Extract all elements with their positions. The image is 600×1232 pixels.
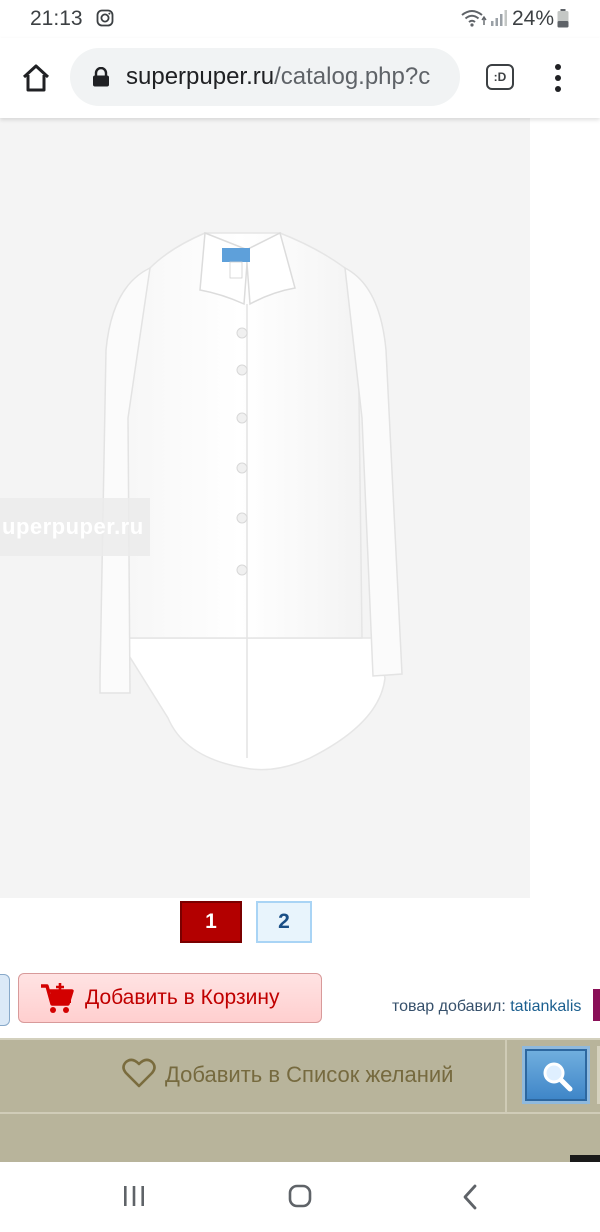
page-button-1[interactable]: 1 [180, 901, 242, 943]
lock-icon [93, 67, 109, 87]
added-by-prefix: товар добавил: [392, 998, 506, 1015]
instagram-icon [96, 9, 114, 27]
home-nav-icon[interactable] [288, 1184, 312, 1208]
wishlist-bar: Добавить в Список желаний [0, 1038, 600, 1112]
heart-icon[interactable] [122, 1057, 156, 1089]
left-partial-button[interactable] [0, 974, 10, 1026]
product-image[interactable]: uperpuper.ru [0, 118, 530, 898]
divider [505, 1040, 507, 1112]
added-by-text: товар добавил: tatiankalis [392, 998, 581, 1016]
wifi-icon [461, 10, 487, 27]
recent-apps-icon[interactable] [122, 1186, 146, 1206]
home-icon [22, 64, 50, 92]
tab-switcher-button[interactable]: :D [486, 64, 514, 90]
url-domain: superpuper.ru [126, 63, 275, 90]
battery-icon [557, 9, 569, 28]
zoom-button[interactable] [525, 1049, 587, 1101]
page-content: uperpuper.ru 1 2 Добавить в Корзину това… [0, 118, 600, 1162]
add-to-wishlist-link[interactable]: Добавить в Список желаний [165, 1062, 453, 1088]
browser-toolbar: superpuper.ru/catalog.php?c :D [0, 38, 600, 118]
more-options-icon[interactable] [548, 58, 568, 98]
image-pagination: 1 2 [0, 897, 600, 949]
back-icon[interactable] [462, 1184, 478, 1210]
home-button[interactable] [14, 56, 58, 100]
watermark-text: uperpuper.ru [2, 514, 144, 539]
magnifier-icon [543, 1062, 573, 1092]
url-path: /catalog.php?c [274, 63, 431, 90]
battery-percent: 24% [512, 7, 555, 30]
status-time: 21:13 [30, 7, 83, 30]
right-partial-badge[interactable] [593, 989, 600, 1021]
add-to-cart-label: Добавить в Корзину [85, 986, 280, 1009]
page-button-2[interactable]: 2 [256, 901, 312, 943]
system-nav-bar [0, 1162, 600, 1232]
status-bar: 21:13 24% [0, 0, 600, 38]
cart-row: Добавить в Корзину товар добавил: tatian… [0, 970, 600, 1030]
added-by-user-link[interactable]: tatiankalis [510, 998, 581, 1015]
lower-toolbar [0, 1112, 600, 1162]
add-to-cart-button[interactable]: Добавить в Корзину [18, 973, 322, 1023]
cart-icon [41, 983, 74, 1013]
dark-corner-element [570, 1155, 600, 1162]
url-text: superpuper.ru/catalog.php?c [126, 63, 430, 91]
address-bar[interactable]: superpuper.ru/catalog.php?c [70, 48, 460, 106]
watermark: uperpuper.ru [0, 498, 150, 556]
signal-icon [491, 10, 507, 26]
